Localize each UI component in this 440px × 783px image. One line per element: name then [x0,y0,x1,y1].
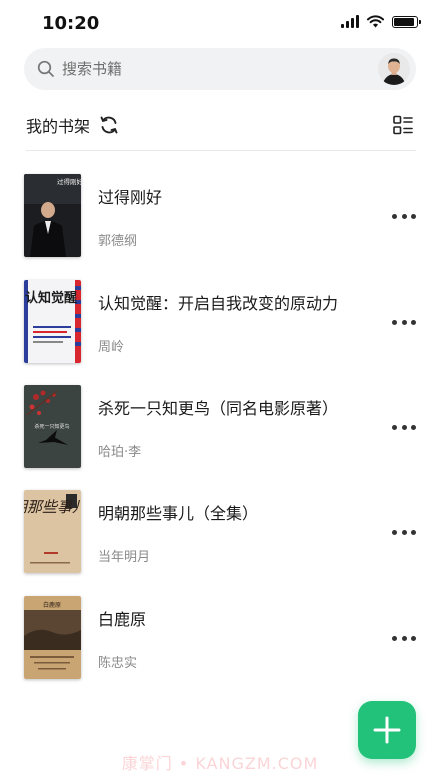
book-author: 当年明月 [98,550,151,565]
book-item[interactable]: 杀死一只知更鸟 杀死一只知更鸟（同名电影原著） 哈珀·李 [24,385,416,469]
cover-title-text: 认知觉醒 [25,290,77,306]
search-input[interactable] [62,48,362,90]
status-icons [341,15,421,28]
more-icon [392,213,397,219]
book-author: 郭德纲 [98,234,138,249]
cover-title-text: 白鹿原 [43,601,61,609]
cover-title-text: 杀死一只知更鸟 [34,423,69,430]
search-icon [37,60,54,77]
divider [26,150,416,151]
book-cover: 明朝那些事儿 [24,490,81,573]
more-icon [392,529,397,535]
book-title: 认知觉醒：开启自我改变的原动力 [98,294,339,313]
refresh-icon[interactable] [98,114,120,136]
book-item[interactable]: 认知觉醒 认知觉醒：开启自我改变的原动力 周岭 [24,280,416,364]
shelf-header: 我的书架 [26,113,416,137]
more-button[interactable] [392,526,416,538]
cover-title-text: 过得刚好 [57,177,81,186]
avatar-image [378,53,410,85]
book-item[interactable]: 白鹿原 白鹿原 陈忠实 [24,596,416,680]
book-title: 过得刚好 [98,188,163,207]
more-button[interactable] [392,421,416,433]
book-cover: 杀死一只知更鸟 [24,385,81,468]
list-view-icon[interactable] [392,114,414,136]
status-bar: 10:20 [0,0,440,46]
avatar[interactable] [378,53,410,85]
book-item[interactable]: 过得刚好 过得刚好 郭德纲 [24,174,416,258]
book-cover: 认知觉醒 [24,280,81,363]
battery-icon [392,15,421,28]
book-author: 陈忠实 [98,656,138,671]
wifi-icon [367,15,384,28]
book-item[interactable]: 明朝那些事儿 明朝那些事儿（全集） 当年明月 [24,490,416,574]
more-button[interactable] [392,632,416,644]
more-icon [392,319,397,325]
more-button[interactable] [392,210,416,222]
more-icon [392,635,397,641]
more-button[interactable] [392,316,416,328]
shelf-title: 我的书架 [26,117,91,136]
signal-icon [341,15,359,28]
book-author: 周岭 [98,340,125,355]
more-icon [392,424,397,430]
search-bar [24,48,416,90]
book-cover: 白鹿原 [24,596,81,679]
status-time: 10:20 [42,13,100,34]
cover-title-text: 明朝那些事儿 [24,498,81,516]
watermark: 康掌门 • KANGZM.COM [121,754,319,773]
book-cover: 过得刚好 [24,174,81,257]
book-title: 白鹿原 [98,610,147,629]
book-author: 哈珀·李 [98,445,142,460]
book-title: 明朝那些事儿（全集） [98,504,259,523]
book-title: 杀死一只知更鸟（同名电影原著） [98,399,339,418]
